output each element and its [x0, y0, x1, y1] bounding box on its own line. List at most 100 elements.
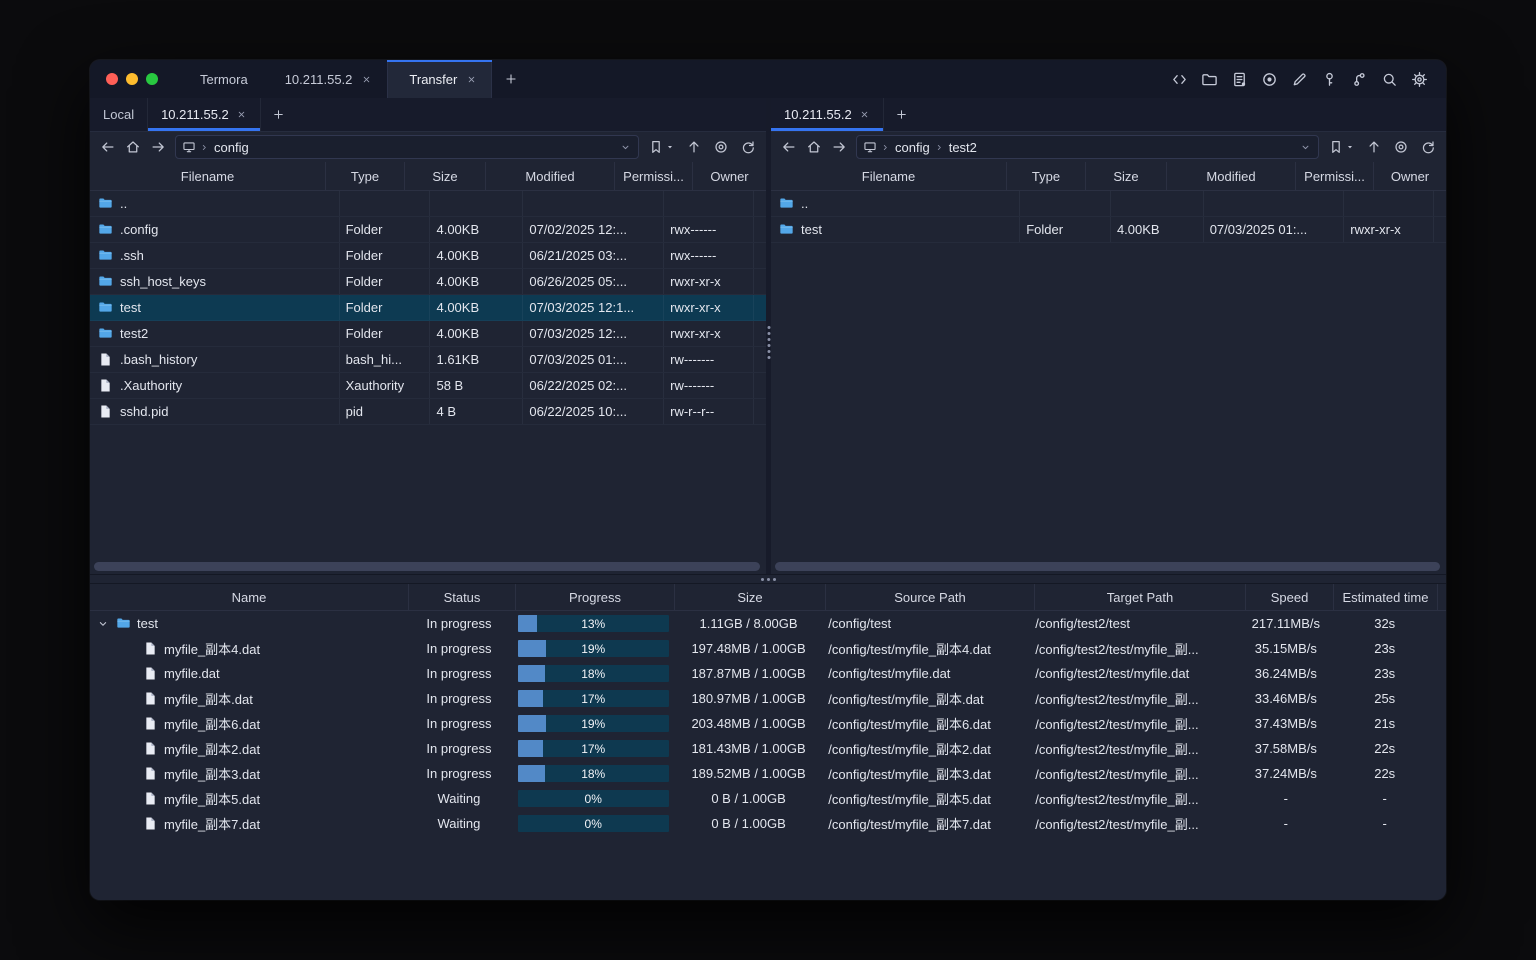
status-cell: In progress [426, 691, 492, 706]
app-tab-10-211-55-2[interactable]: 10.211.55.2 [263, 60, 388, 98]
horizontal-scrollbar[interactable] [94, 562, 760, 571]
column-header[interactable]: Size [405, 162, 486, 190]
chevron-down-icon[interactable] [1299, 141, 1312, 154]
vertical-splitter-handle[interactable] [767, 326, 770, 359]
column-header[interactable]: Modified [486, 162, 615, 190]
table-row[interactable]: ssh_host_keys Folder 4.00KB 06/26/2025 05:.… [90, 269, 766, 295]
search-icon[interactable] [1381, 71, 1398, 88]
table-row[interactable]: test Folder 4.00KB 07/03/2025 12:1... rwxr-x… [90, 295, 766, 321]
column-header[interactable]: Speed [1246, 584, 1334, 610]
folder-icon[interactable] [1201, 71, 1218, 88]
panel-new-tab-button[interactable] [884, 98, 919, 131]
column-header[interactable]: Size [1086, 162, 1167, 190]
transfer-row[interactable]: myfile_副本6.dat In progress 19% 203.48MB / 1… [90, 711, 1446, 736]
breadcrumb-item[interactable]: test2 [948, 140, 978, 155]
traffic-light-minimize[interactable] [126, 73, 138, 85]
table-row[interactable]: .. [90, 191, 766, 217]
forward-button[interactable] [150, 139, 166, 155]
record-icon[interactable] [1261, 71, 1278, 88]
breadcrumb-item[interactable]: config [894, 140, 931, 155]
upload-button[interactable] [1366, 139, 1382, 155]
column-header[interactable]: Type [1007, 162, 1086, 190]
table-row[interactable]: .bash_history bash_hi... 1.61KB 07/03/2025 … [90, 347, 766, 373]
caret-down-icon[interactable] [665, 142, 675, 152]
bookmark-button[interactable] [1328, 139, 1355, 155]
traffic-light-zoom[interactable] [146, 73, 158, 85]
table-row[interactable]: sshd.pid pid 4 B 06/22/2025 10:... rw-r--r-- [90, 399, 766, 425]
app-tab-transfer[interactable]: Transfer [387, 60, 493, 98]
column-header[interactable]: Size [675, 584, 826, 610]
panel-tab-local[interactable]: Local [90, 98, 149, 131]
close-icon[interactable] [859, 109, 870, 120]
close-icon[interactable] [236, 109, 247, 120]
scrollbar-thumb[interactable] [775, 562, 1440, 571]
key-icon[interactable] [1321, 71, 1338, 88]
column-header[interactable]: Owner [693, 162, 766, 190]
panel-tab-10-211-55-2[interactable]: 10.211.55.2 [148, 98, 261, 131]
settings-icon[interactable] [1411, 71, 1428, 88]
horizontal-scrollbar[interactable] [775, 562, 1440, 571]
column-header[interactable]: Name [90, 584, 409, 610]
new-tab-button[interactable] [492, 60, 530, 98]
transfer-row[interactable]: myfile_副本3.dat In progress 18% 189.52MB / 1… [90, 761, 1446, 786]
panel-tab-10-211-55-2[interactable]: 10.211.55.2 [771, 98, 884, 131]
column-header[interactable]: Target Path [1035, 584, 1246, 610]
close-icon[interactable] [466, 74, 477, 85]
column-header[interactable]: Progress [516, 584, 675, 610]
refresh-button[interactable] [1420, 139, 1436, 155]
bookmark-button[interactable] [648, 139, 675, 155]
chevron-down-icon[interactable] [96, 617, 110, 631]
transfer-row[interactable]: myfile.dat In progress 18% 187.87MB / 1.00G… [90, 661, 1446, 686]
column-header[interactable]: Modified [1167, 162, 1296, 190]
column-header[interactable]: Owner [1374, 162, 1446, 190]
forward-button[interactable] [831, 139, 847, 155]
scrollbar-thumb[interactable] [94, 562, 760, 571]
column-header[interactable]: Permissi... [1296, 162, 1374, 190]
traffic-light-close[interactable] [106, 73, 118, 85]
column-header[interactable]: Filename [90, 162, 326, 190]
back-button[interactable] [781, 139, 797, 155]
column-header[interactable]: Filename [771, 162, 1007, 190]
panel-action-buttons [648, 139, 756, 155]
table-row[interactable]: test2 Folder 4.00KB 07/03/2025 12:... rwxr-x… [90, 321, 766, 347]
caret-down-icon[interactable] [1345, 142, 1355, 152]
table-row[interactable]: .config Folder 4.00KB 07/02/2025 12:... rwx-… [90, 217, 766, 243]
transfer-row[interactable]: myfile_副本4.dat In progress 19% 197.48MB / 1… [90, 636, 1446, 661]
column-header[interactable]: Permissi... [615, 162, 693, 190]
transfer-row[interactable]: myfile_副本7.dat Waiting 0% 0 B / 1.00GB/conf… [90, 811, 1446, 836]
horizontal-splitter[interactable] [90, 574, 1446, 584]
branch-icon[interactable] [1351, 71, 1368, 88]
code-icon[interactable] [1171, 71, 1188, 88]
file-table-header: Filename Type Size Modified Permissi... Owner [90, 162, 766, 191]
chevron-down-icon[interactable] [619, 141, 632, 154]
table-row[interactable]: .ssh Folder 4.00KB 06/21/2025 03:... rwx----… [90, 243, 766, 269]
column-header[interactable]: Estimated time [1334, 584, 1438, 610]
table-row[interactable]: .. [771, 191, 1446, 217]
pencil-icon[interactable] [1291, 71, 1308, 88]
panel-new-tab-button[interactable] [261, 98, 296, 131]
show-hidden-button[interactable] [1393, 139, 1409, 155]
home-button[interactable] [806, 139, 822, 155]
table-row[interactable]: .Xauthority Xauthority 58 B 06/22/2025 02:.… [90, 373, 766, 399]
transfer-row[interactable]: test In progress 13% 1.11GB / 8.00GB/config… [90, 611, 1446, 636]
show-hidden-button[interactable] [713, 139, 729, 155]
home-button[interactable] [125, 139, 141, 155]
refresh-button[interactable] [740, 139, 756, 155]
size-cell: 189.52MB / 1.00GB [691, 766, 806, 781]
transfer-row[interactable]: myfile_副本5.dat Waiting 0% 0 B / 1.00GB/conf… [90, 786, 1446, 811]
column-header[interactable]: Status [409, 584, 516, 610]
breadcrumb-item[interactable]: config [213, 140, 250, 155]
breadcrumb[interactable]: config [175, 135, 639, 159]
app-tab-termora[interactable]: Termora [178, 60, 263, 98]
breadcrumb[interactable]: config test2 [856, 135, 1319, 159]
transfer-row[interactable]: myfile_副本.dat In progress 17% 180.97MB / 1.… [90, 686, 1446, 711]
back-button[interactable] [100, 139, 116, 155]
log-icon[interactable] [1231, 71, 1248, 88]
close-icon[interactable] [361, 74, 372, 85]
transfer-row[interactable]: myfile_副本2.dat In progress 17% 181.43MB / 1… [90, 736, 1446, 761]
horizontal-splitter-handle[interactable] [90, 575, 1446, 583]
upload-button[interactable] [686, 139, 702, 155]
column-header[interactable]: Source Path [826, 584, 1035, 610]
column-header[interactable]: Type [326, 162, 405, 190]
table-row[interactable]: test Folder 4.00KB 07/03/2025 01:... rwxr-xr… [771, 217, 1446, 243]
